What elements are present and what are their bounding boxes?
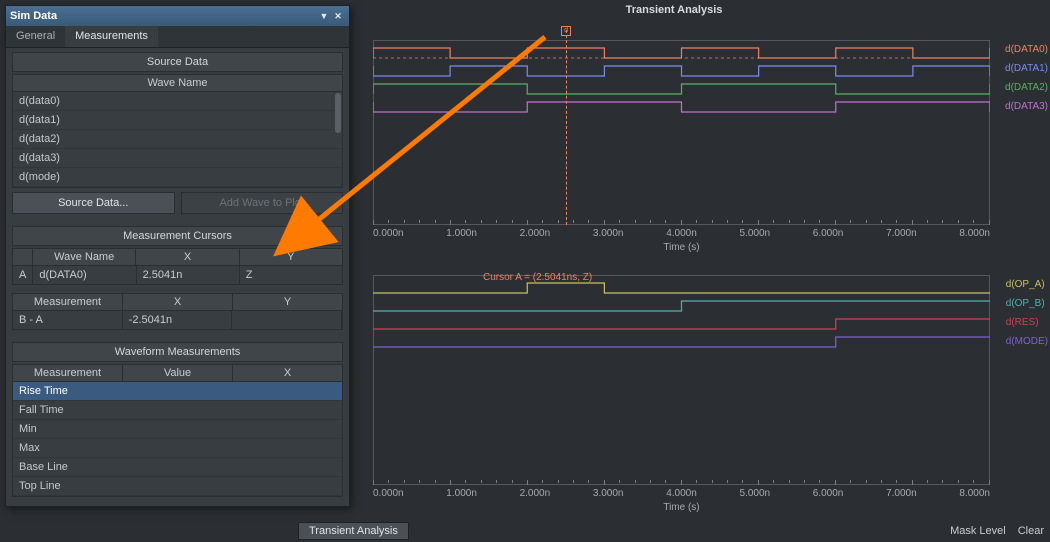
- cursor-marker[interactable]: d: [561, 26, 571, 36]
- list-item[interactable]: d(data1): [13, 111, 342, 130]
- list-item[interactable]: d(mode): [13, 168, 342, 187]
- clear-button[interactable]: Clear: [1012, 523, 1050, 539]
- list-item[interactable]: Top Line: [13, 477, 342, 496]
- panel-close-icon[interactable]: ✕: [331, 9, 345, 23]
- plot-title: Transient Analysis: [298, 0, 1050, 20]
- panel-tabs: General Measurements: [6, 26, 349, 48]
- chart-canvas: [373, 275, 990, 485]
- list-item[interactable]: Max: [13, 439, 342, 458]
- list-item[interactable]: d(data3): [13, 149, 342, 168]
- table-row[interactable]: B - A -2.5041n: [12, 311, 343, 330]
- source-data-section: Source Data Wave Name d(data0)d(data1)d(…: [6, 48, 349, 222]
- list-item[interactable]: Base Line: [13, 458, 342, 477]
- bottom-bar: Transient Analysis Mask Level Clear: [298, 522, 1050, 540]
- list-item[interactable]: Rise Time: [13, 382, 342, 401]
- list-item[interactable]: Min: [13, 420, 342, 439]
- legend-item: d(DATA3): [1005, 97, 1048, 116]
- chart-canvas: [373, 40, 990, 225]
- chart-lower[interactable]: Cursor A = (2.5041ns, Z) d(OP_A)d(OP_B)d…: [373, 275, 990, 485]
- chart-legend: d(DATA0)d(DATA1)d(DATA2)d(DATA3): [1005, 40, 1048, 116]
- panel-dropdown-icon[interactable]: ▼: [317, 9, 331, 23]
- chart-legend: d(OP_A)d(OP_B)d(RES)d(MODE): [1006, 275, 1048, 351]
- legend-item: d(DATA0): [1005, 40, 1048, 59]
- wfm-list[interactable]: Rise TimeFall TimeMinMaxBase LineTop Lin…: [12, 382, 343, 497]
- panel-title: Sim Data: [10, 10, 317, 22]
- list-item[interactable]: d(data0): [13, 92, 342, 111]
- panel-titlebar[interactable]: Sim Data ▼ ✕: [6, 6, 349, 26]
- scrollbar[interactable]: [335, 93, 341, 133]
- source-data-header: Source Data: [12, 52, 343, 72]
- list-item[interactable]: d(data2): [13, 130, 342, 149]
- chart-xlabel: Time (s): [373, 242, 990, 253]
- chart-upper[interactable]: d d(DATA0)d(DATA1)d(DATA2)d(DATA3) 0.000…: [373, 40, 990, 225]
- legend-item: d(DATA1): [1005, 59, 1048, 78]
- chart-ticks: [373, 480, 990, 485]
- chart-xaxis: 0.000n1.000n2.000n3.000n4.000n5.000n6.00…: [373, 228, 990, 239]
- list-item[interactable]: Fall Time: [13, 401, 342, 420]
- source-data-col: Wave Name: [12, 74, 343, 92]
- legend-item: d(OP_B): [1006, 294, 1048, 313]
- source-data-list[interactable]: d(data0)d(data1)d(data2)d(data3)d(mode): [12, 92, 343, 188]
- legend-item: d(MODE): [1006, 332, 1048, 351]
- sim-data-panel: Sim Data ▼ ✕ General Measurements Source…: [5, 5, 350, 507]
- cursors-section: Measurement Cursors Wave Name X Y Ad(DAT…: [6, 222, 349, 338]
- bottom-tab-transient[interactable]: Transient Analysis: [298, 522, 409, 540]
- wfm-section: Waveform Measurements Measurement Value …: [6, 338, 349, 505]
- add-wave-button: Add Wave to Plot: [181, 192, 344, 214]
- source-data-button[interactable]: Source Data...: [12, 192, 175, 214]
- tab-general[interactable]: General: [6, 26, 65, 47]
- tab-measurements[interactable]: Measurements: [65, 26, 158, 47]
- cursor-diff-table[interactable]: B - A -2.5041n: [12, 311, 343, 330]
- chart-ticks: [373, 220, 990, 225]
- wfm-header: Waveform Measurements: [12, 342, 343, 362]
- cursors-table[interactable]: Ad(DATA0)2.5041nZ: [12, 266, 343, 285]
- chart-xaxis: 0.000n1.000n2.000n3.000n4.000n5.000n6.00…: [373, 488, 990, 499]
- legend-item: d(RES): [1006, 313, 1048, 332]
- wfm-cols: Measurement Value X: [12, 364, 343, 382]
- cursor-line[interactable]: [566, 30, 567, 225]
- cursor-diff-cols: Measurement X Y: [12, 293, 343, 311]
- table-row[interactable]: Ad(DATA0)2.5041nZ: [12, 266, 343, 285]
- legend-item: d(OP_A): [1006, 275, 1048, 294]
- chart-xlabel: Time (s): [373, 502, 990, 513]
- mask-level-button[interactable]: Mask Level: [944, 523, 1012, 539]
- plot-area: Transient Analysis d d(DATA0)d(DATA1)d(D…: [298, 0, 1050, 542]
- legend-item: d(DATA2): [1005, 78, 1048, 97]
- cursors-cols: Wave Name X Y: [12, 248, 343, 266]
- cursors-header: Measurement Cursors: [12, 226, 343, 246]
